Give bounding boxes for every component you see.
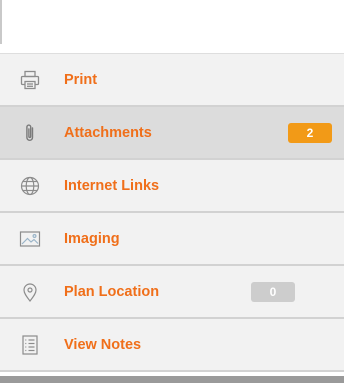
action-menu: Print Attachments 2 Internet Links Imagi… xyxy=(0,54,344,372)
paperclip-icon xyxy=(19,122,41,144)
menu-item-label: Attachments xyxy=(64,124,152,141)
side-menu-panel: Print Attachments 2 Internet Links Imagi… xyxy=(0,0,344,383)
menu-item-label: Imaging xyxy=(64,230,120,247)
globe-icon xyxy=(19,175,41,197)
menu-item-view-notes[interactable]: View Notes xyxy=(0,319,344,372)
menu-item-imaging[interactable]: Imaging xyxy=(0,213,344,266)
panel-bottom-bar xyxy=(0,376,344,383)
panel-left-divider xyxy=(0,0,2,44)
menu-item-attachments[interactable]: Attachments 2 xyxy=(0,107,344,160)
plan-location-count-badge: 0 xyxy=(251,281,295,302)
menu-item-plan-location[interactable]: Plan Location 0 xyxy=(0,266,344,319)
image-icon xyxy=(19,228,41,250)
menu-item-print[interactable]: Print xyxy=(0,54,344,107)
menu-item-label: View Notes xyxy=(64,336,142,353)
menu-item-internet-links[interactable]: Internet Links xyxy=(0,160,344,213)
printer-icon xyxy=(19,69,41,91)
map-pin-icon xyxy=(19,281,41,303)
menu-item-label: Internet Links xyxy=(64,177,160,194)
menu-item-label: Plan Location xyxy=(64,283,160,300)
attachments-count-badge: 2 xyxy=(288,122,332,143)
menu-item-label: Print xyxy=(64,71,98,88)
notes-icon xyxy=(19,334,41,356)
